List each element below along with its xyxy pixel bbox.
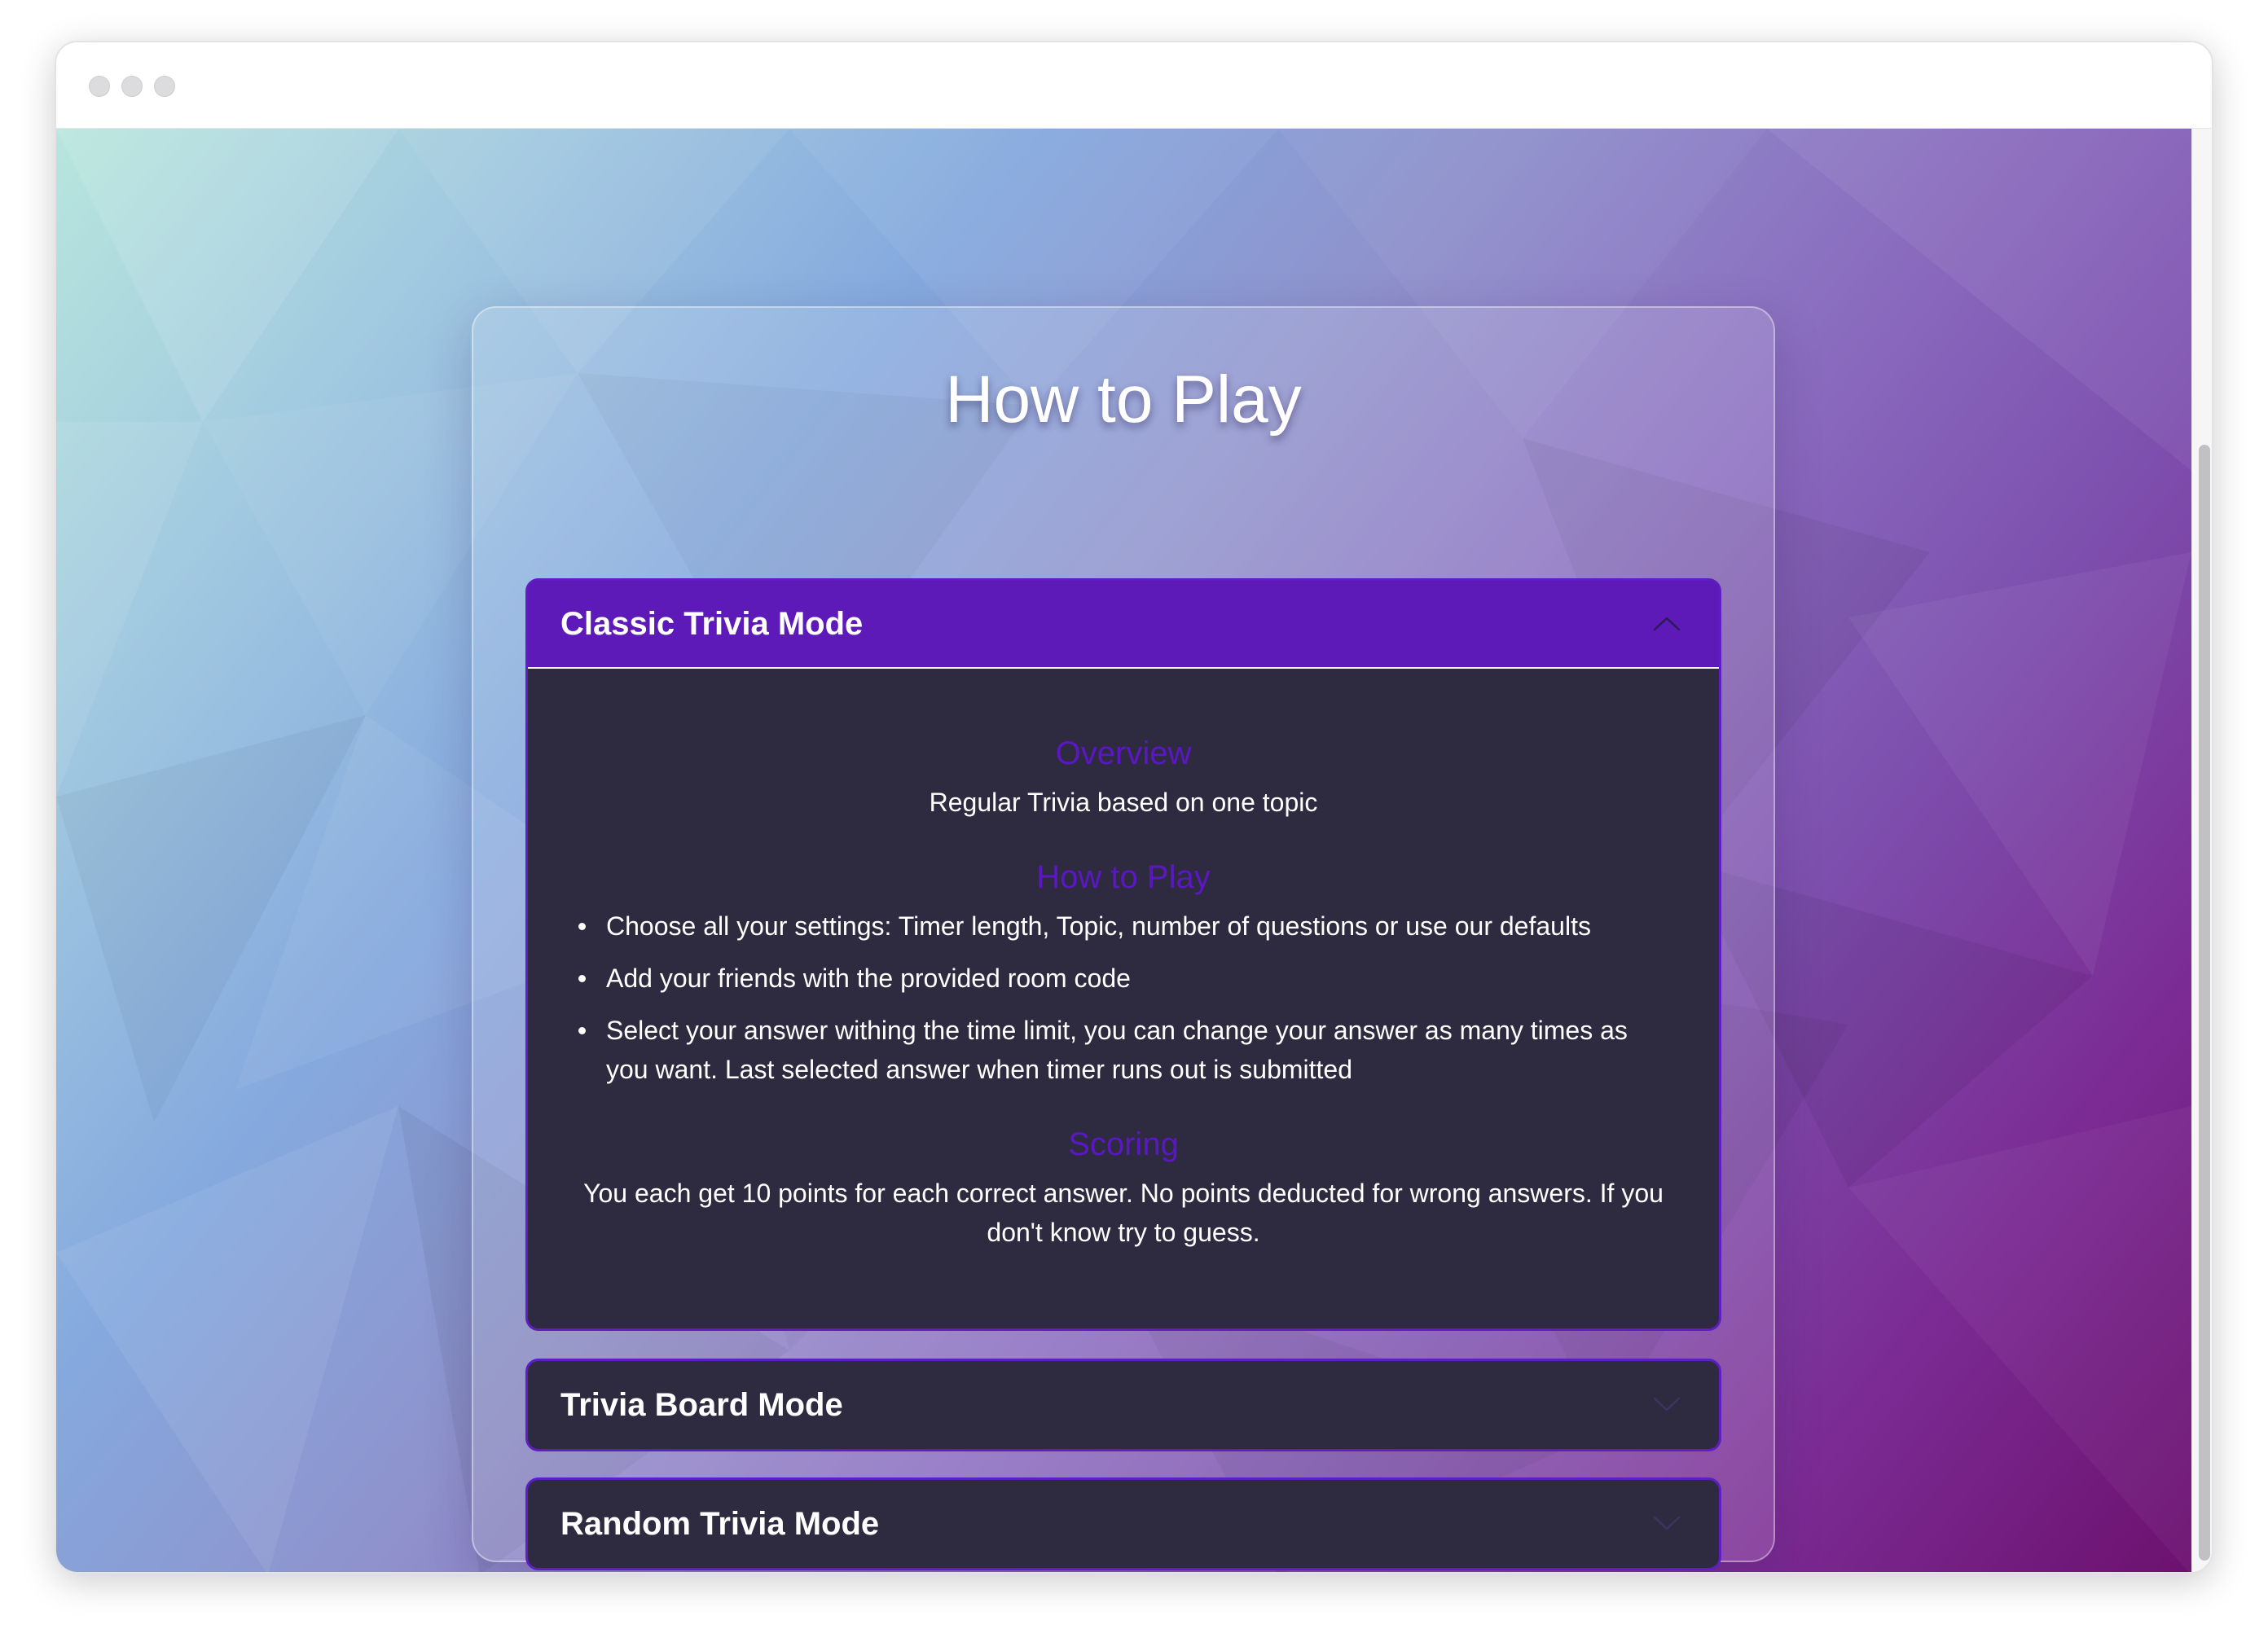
minimize-window-button[interactable] <box>121 76 143 97</box>
accordion-header-random-trivia-mode[interactable]: Random Trivia Mode <box>528 1480 1719 1568</box>
list-item: Select your answer withing the time limi… <box>574 1011 1670 1089</box>
section-title-overview: Overview <box>1055 735 1192 771</box>
vertical-scrollbar[interactable] <box>2191 129 2212 1572</box>
chevron-down-icon <box>1653 1516 1681 1530</box>
page-title: How to Play <box>945 362 1302 437</box>
accordion-random-trivia-mode: Random Trivia Mode <box>525 1477 1721 1570</box>
chevron-up-icon <box>1653 617 1681 631</box>
maximize-window-button[interactable] <box>154 76 175 97</box>
close-window-button[interactable] <box>89 76 110 97</box>
accordion-trivia-board-mode: Trivia Board Mode <box>525 1359 1721 1451</box>
section-title-how-to-play: How to Play <box>1036 859 1211 895</box>
accordion-body-classic-trivia-mode: Overview Regular Trivia based on one top… <box>528 670 1719 1328</box>
page-viewport: How to Play Classic Trivia Mode Overview… <box>56 129 2191 1572</box>
accordion-header-trivia-board-mode[interactable]: Trivia Board Mode <box>528 1361 1719 1449</box>
accordion-header-classic-trivia-mode[interactable]: Classic Trivia Mode <box>528 581 1719 669</box>
overview-text: Regular Trivia based on one topic <box>929 788 1318 817</box>
how-to-play-list: Choose all your settings: Timer length, … <box>574 907 1670 1102</box>
scoring-text: You each get 10 points for each correct … <box>583 1179 1664 1247</box>
chevron-down-icon <box>1653 1397 1681 1412</box>
window-titlebar <box>56 42 2212 129</box>
screen: How to Play Classic Trivia Mode Overview… <box>0 0 2268 1642</box>
scrollbar-thumb[interactable] <box>2199 445 2210 1561</box>
accordion-label: Random Trivia Mode <box>560 1505 880 1542</box>
accordion-label: Trivia Board Mode <box>560 1386 843 1423</box>
browser-window: How to Play Classic Trivia Mode Overview… <box>55 41 2213 1574</box>
list-item: Choose all your settings: Timer length, … <box>574 907 1670 946</box>
how-to-play-card: How to Play Classic Trivia Mode Overview… <box>472 306 1775 1570</box>
accordion-classic-trivia-mode: Classic Trivia Mode Overview Regular Tri… <box>525 578 1721 1331</box>
section-title-scoring: Scoring <box>1068 1126 1179 1162</box>
list-item: Add your friends with the provided room … <box>574 959 1670 998</box>
accordion-label: Classic Trivia Mode <box>560 605 864 642</box>
